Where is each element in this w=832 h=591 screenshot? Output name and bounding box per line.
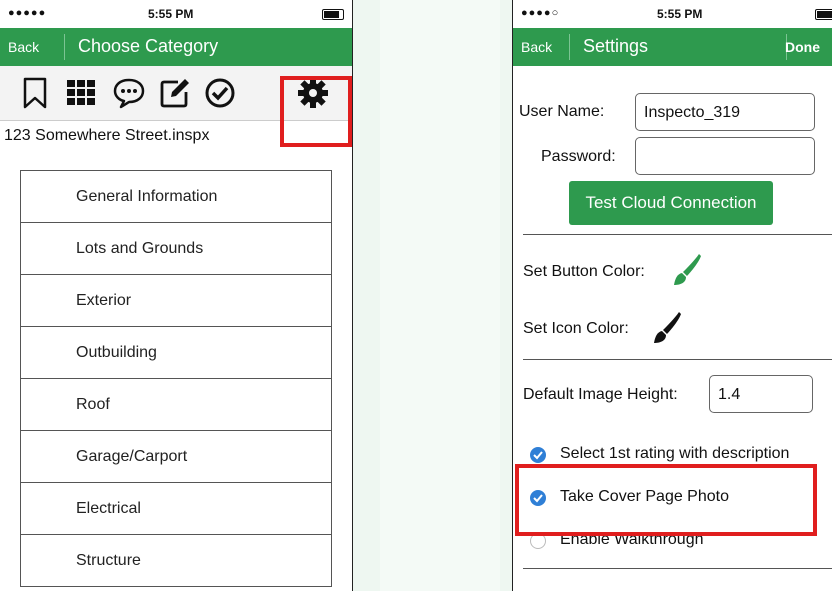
status-time: 5:55 PM xyxy=(148,7,194,21)
status-time: 5:55 PM xyxy=(657,7,703,21)
bookmark-icon[interactable] xyxy=(18,76,52,110)
battery-icon xyxy=(322,9,344,20)
category-list: General Information Lots and Grounds Ext… xyxy=(20,170,332,587)
back-button[interactable]: Back xyxy=(521,39,552,55)
divider xyxy=(523,359,832,360)
nav-bar: Back Settings Done xyxy=(513,28,832,66)
list-item[interactable]: Electrical xyxy=(21,483,331,535)
edit-icon[interactable] xyxy=(158,76,192,110)
list-item[interactable]: General Information xyxy=(21,171,331,223)
cover-photo-highlight-box xyxy=(515,464,817,536)
list-item[interactable]: Garage/Carport xyxy=(21,431,331,483)
image-height-field[interactable]: 1.4 xyxy=(709,375,813,413)
comment-icon[interactable] xyxy=(112,76,146,110)
button-color-label: Set Button Color: xyxy=(523,263,645,280)
brush-icon[interactable] xyxy=(651,310,683,346)
icon-color-label: Set Icon Color: xyxy=(523,320,629,337)
back-button[interactable]: Back xyxy=(8,39,39,55)
battery-icon xyxy=(815,9,832,20)
image-height-label: Default Image Height: xyxy=(523,386,678,403)
password-label: Password: xyxy=(541,148,616,165)
choose-category-screen: ●●●●● 5:55 PM Back Choose Category 123 S… xyxy=(0,0,353,591)
list-item[interactable]: Outbuilding xyxy=(21,327,331,379)
list-item[interactable]: Structure xyxy=(21,535,331,587)
password-field[interactable] xyxy=(635,137,815,175)
user-name-field[interactable]: Inspecto_319 xyxy=(635,93,815,131)
divider xyxy=(523,568,832,569)
user-name-label: User Name: xyxy=(519,103,605,120)
divider xyxy=(523,234,832,235)
list-item[interactable]: Lots and Grounds xyxy=(21,223,331,275)
list-item[interactable]: Exterior xyxy=(21,275,331,327)
page-title: Settings xyxy=(583,36,649,56)
background-shape-inner xyxy=(380,0,500,591)
signal-indicator: ●●●●○ xyxy=(521,7,560,19)
select-first-rating-label: Select 1st rating with description xyxy=(560,445,790,462)
grid-icon[interactable] xyxy=(64,76,98,110)
status-bar: ●●●●○ 5:55 PM xyxy=(513,0,832,28)
nav-separator xyxy=(569,34,570,60)
signal-indicator: ●●●●● xyxy=(8,7,47,19)
test-cloud-connection-button[interactable]: Test Cloud Connection xyxy=(569,181,773,225)
settings-screen: ●●●●○ 5:55 PM Back Settings Done User Na… xyxy=(512,0,832,591)
page-title: Choose Category xyxy=(78,36,219,56)
done-button[interactable]: Done xyxy=(785,39,820,55)
checkbox-select-first-rating[interactable] xyxy=(530,447,546,463)
gear-highlight-box xyxy=(280,76,352,147)
list-item[interactable]: Roof xyxy=(21,379,331,431)
nav-separator xyxy=(64,34,65,60)
check-circle-icon[interactable] xyxy=(203,76,237,110)
status-bar: ●●●●● 5:55 PM xyxy=(0,0,352,28)
nav-bar: Back Choose Category xyxy=(0,28,352,66)
brush-icon[interactable] xyxy=(671,252,703,288)
